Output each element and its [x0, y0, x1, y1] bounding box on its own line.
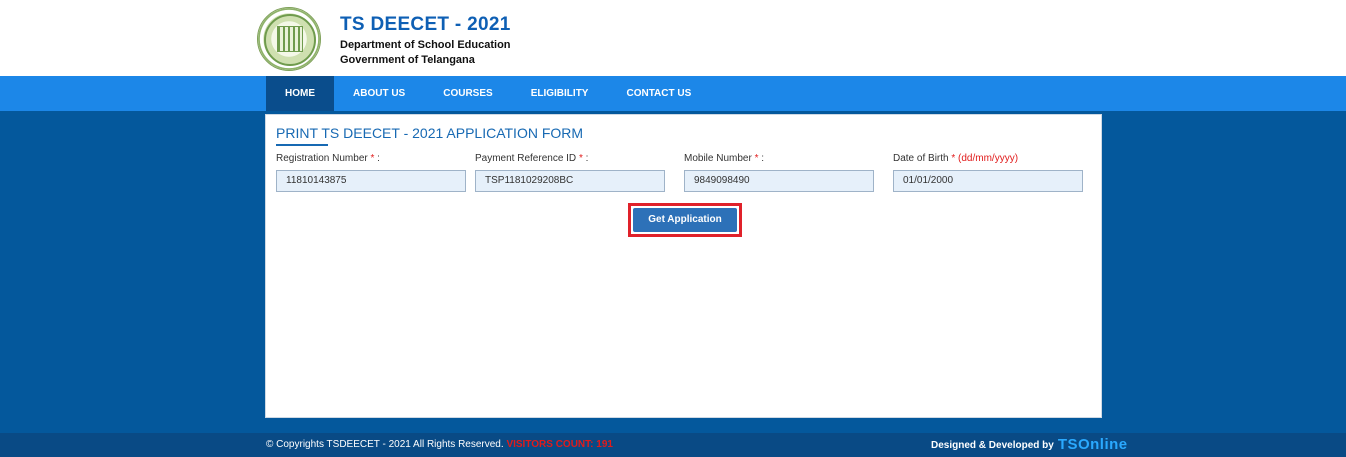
title-underline — [276, 144, 328, 146]
payment-reference-label: Payment Reference ID * : — [475, 153, 589, 164]
header-title-block: TS DEECET - 2021 Department of School Ed… — [340, 14, 511, 66]
mobile-number-label: Mobile Number * : — [684, 153, 765, 164]
mobile-number-input[interactable]: 9849098490 — [684, 170, 874, 192]
registration-number-input[interactable]: 11810143875 — [276, 170, 466, 192]
government-name: Government of Telangana — [340, 54, 475, 66]
site-title: TS DEECET - 2021 — [340, 14, 511, 35]
tsonline-logo-icon[interactable]: TSOnline — [1058, 437, 1128, 452]
copyright-label: © Copyrights TSDEECET - 2021 All Rights … — [266, 439, 504, 450]
site-footer: © Copyrights TSDEECET - 2021 All Rights … — [0, 433, 1346, 457]
registration-number-label: Registration Number * : — [276, 153, 380, 164]
department-name: Department of School Education — [340, 39, 511, 51]
visitors-count: VISITORS COUNT: 191 — [506, 439, 613, 450]
copyright-text: © Copyrights TSDEECET - 2021 All Rights … — [266, 439, 613, 450]
registration-number-group: Registration Number * : 11810143875 — [276, 153, 466, 192]
main-navbar: HOME ABOUT US COURSES ELIGIBILITY CONTAC… — [0, 76, 1346, 111]
site-header: TS DEECET - 2021 Department of School Ed… — [0, 0, 1346, 76]
nav-courses[interactable]: COURSES — [424, 76, 511, 111]
mobile-number-group: Mobile Number * : 9849098490 — [684, 153, 874, 192]
get-application-details-button[interactable]: Get Application Details — [633, 208, 737, 249]
designed-by-label: Designed & Developed by — [931, 439, 1054, 451]
submit-button-highlight: Get Application Details — [628, 203, 742, 249]
nav-about-us[interactable]: ABOUT US — [334, 76, 424, 111]
nav-eligibility[interactable]: ELIGIBILITY — [512, 76, 608, 111]
form-title: PRINT TS DEECET - 2021 APPLICATION FORM — [276, 125, 584, 141]
required-mark: * (dd/mm/yyyy) — [951, 153, 1019, 164]
nav-home[interactable]: HOME — [266, 76, 334, 111]
date-of-birth-input[interactable]: 01/01/2000 — [893, 170, 1083, 192]
print-form-panel: PRINT TS DEECET - 2021 APPLICATION FORM … — [265, 114, 1102, 418]
payment-reference-input[interactable]: TSP1181029208BC — [475, 170, 665, 192]
telangana-emblem-icon — [257, 7, 321, 71]
designed-by: Designed & Developed by TSOnline — [931, 437, 1128, 452]
date-of-birth-label: Date of Birth * (dd/mm/yyyy) — [893, 153, 1019, 164]
date-of-birth-group: Date of Birth * (dd/mm/yyyy) 01/01/2000 — [893, 153, 1083, 192]
payment-reference-group: Payment Reference ID * : TSP1181029208BC — [475, 153, 665, 192]
nav-contact-us[interactable]: CONTACT US — [607, 76, 710, 111]
